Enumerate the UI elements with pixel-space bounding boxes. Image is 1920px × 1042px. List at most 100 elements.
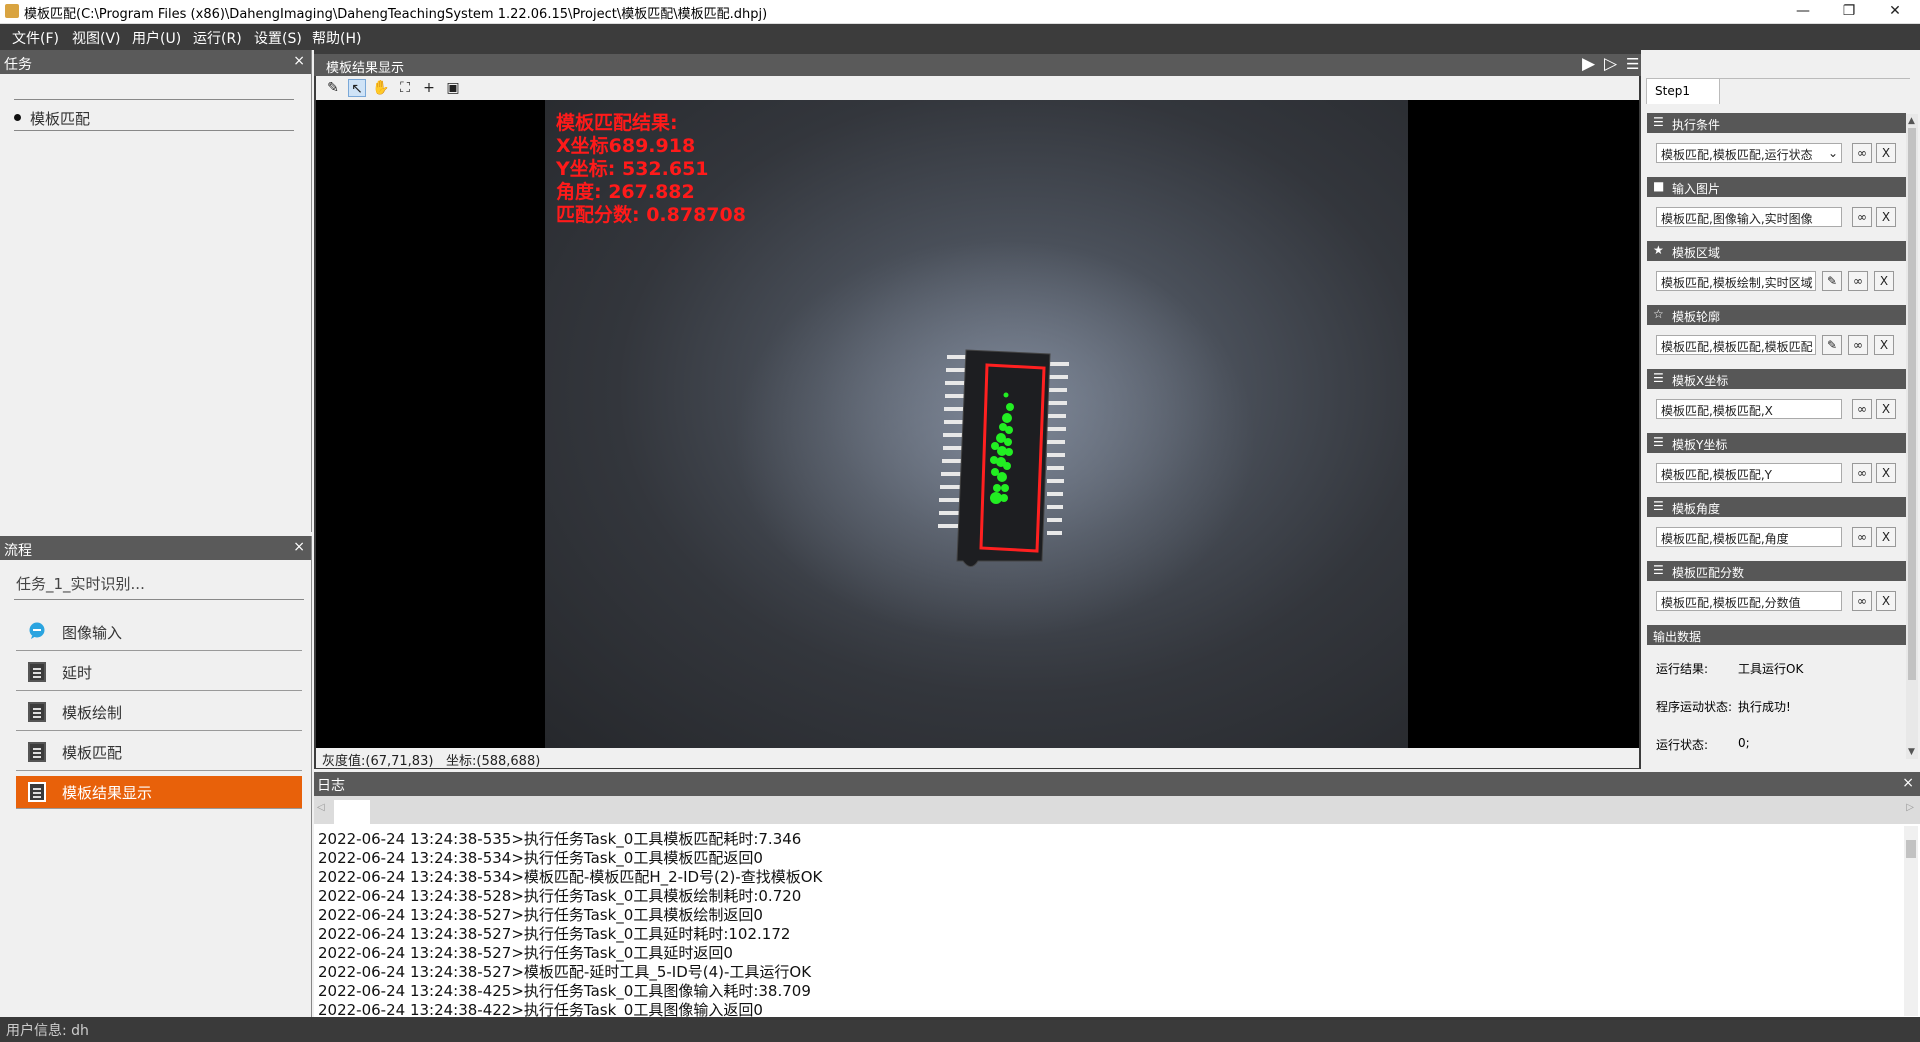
flow-item-image-input[interactable]: 图像输入 <box>16 612 302 651</box>
chevron-down-icon[interactable]: ▼ <box>1908 747 1915 757</box>
scrollbar-thumb[interactable] <box>1908 128 1916 680</box>
chevron-up-icon[interactable]: ▲ <box>1908 116 1915 126</box>
task-item[interactable]: 模板匹配 <box>14 106 294 128</box>
template-x-field[interactable]: 模板匹配,模板匹配,X <box>1656 399 1842 419</box>
edit-button[interactable]: ✎ <box>1822 271 1842 291</box>
crosshair-icon[interactable]: + <box>420 79 438 97</box>
restore-button[interactable]: ❐ <box>1826 0 1872 24</box>
image-canvas[interactable]: 模板匹配结果: X坐标689.918 Y坐标: 532.651 角度: 267.… <box>316 100 1639 748</box>
section-output-data: 输出数据 <box>1647 625 1906 645</box>
match-score-field[interactable]: 模板匹配,模板匹配,分数值 <box>1656 591 1842 611</box>
menu-user[interactable]: 用户(U) <box>132 28 181 48</box>
window-title: 模板匹配(C:\Program Files (x86)\DahengImagin… <box>24 7 768 22</box>
menu-help[interactable]: 帮助(H) <box>312 28 361 48</box>
clear-button[interactable]: X <box>1876 463 1896 483</box>
flow-panel-close-icon[interactable]: × <box>293 539 305 555</box>
clear-button[interactable]: X <box>1874 335 1894 355</box>
log-line: 2022-06-24 13:24:38-527>执行任务Task_0工具延时耗时… <box>318 925 791 943</box>
section-title: 模板匹配分数 <box>1672 566 1745 580</box>
edit-button[interactable]: ✎ <box>1822 335 1842 355</box>
log-scrollbar-thumb[interactable] <box>1906 840 1916 858</box>
menu-icon[interactable]: ☰ <box>1626 55 1639 73</box>
flow-task-name: 任务_1_实时识别... <box>16 575 145 593</box>
menu-file[interactable]: 文件(F) <box>12 28 59 48</box>
link-button[interactable]: ∞ <box>1852 399 1872 419</box>
output-label: 程序运动状态: <box>1656 700 1733 714</box>
section-template-contour: ☆ 模板轮廓 <box>1647 305 1906 325</box>
link-button[interactable]: ∞ <box>1852 591 1872 611</box>
flow-item-template-result-display[interactable]: 模板结果显示 <box>16 776 302 809</box>
document-icon <box>28 702 46 722</box>
edit-image-icon[interactable]: ✎ <box>324 79 342 97</box>
tab-step1[interactable]: Step1 <box>1646 78 1720 104</box>
clear-button[interactable]: X <box>1876 399 1896 419</box>
clear-button[interactable]: X <box>1876 527 1896 547</box>
image-toolbar: ✎ ↖ ✋ ⛶ + ▣ <box>316 76 1639 100</box>
link-button[interactable]: ∞ <box>1852 463 1872 483</box>
log-close-icon[interactable]: × <box>1902 775 1914 791</box>
task-item-label: 模板匹配 <box>30 110 91 128</box>
task-panel-title: 任务 <box>4 57 32 73</box>
document-icon <box>28 782 46 802</box>
template-region-field[interactable]: 模板匹配,模板绘制,实时区域 <box>1656 271 1816 291</box>
clear-button[interactable]: X <box>1874 271 1894 291</box>
close-window-button[interactable]: ✕ <box>1872 0 1918 24</box>
menu-settings[interactable]: 设置(S) <box>254 28 302 48</box>
menu-run[interactable]: 运行(R) <box>193 28 242 48</box>
template-contour-field[interactable]: 模板匹配,模板匹配,模板匹配 <box>1656 335 1816 355</box>
output-value: 0; <box>1738 736 1750 750</box>
template-y-field[interactable]: 模板匹配,模板匹配,Y <box>1656 463 1842 483</box>
hand-pan-icon[interactable]: ✋ <box>372 79 390 97</box>
pointer-icon[interactable]: ↖ <box>348 79 366 97</box>
clear-button[interactable]: X <box>1876 207 1896 227</box>
section-title: 模板Y坐标 <box>1672 438 1728 452</box>
run-once-icon[interactable]: ▷ <box>1604 54 1617 74</box>
task-panel-header: 任务 × <box>0 50 311 74</box>
result-overlay: 模板匹配结果: X坐标689.918 Y坐标: 532.651 角度: 267.… <box>556 112 746 227</box>
run-icon[interactable]: ▶ <box>1582 54 1595 74</box>
link-button[interactable]: ∞ <box>1848 271 1868 291</box>
flow-item-delay[interactable]: 延时 <box>16 652 302 691</box>
section-template-x: ☰ 模板X坐标 <box>1647 369 1906 389</box>
flow-panel: 流程 × 任务_1_实时识别... 图像输入 延时 模板绘制 模板匹配 模板结果… <box>0 536 312 1017</box>
scrollbar[interactable]: ▲ ▼ <box>1906 114 1918 759</box>
output-label: 运行状态: <box>1656 738 1709 752</box>
section-title: 执行条件 <box>1672 118 1721 132</box>
app-icon <box>5 4 19 18</box>
clear-button[interactable]: X <box>1876 591 1896 611</box>
link-button[interactable]: ∞ <box>1852 527 1872 547</box>
template-angle-field[interactable]: 模板匹配,模板匹配,角度 <box>1656 527 1842 547</box>
log-line: 2022-06-24 13:24:38-527>模板匹配-延时工具_5-ID号(… <box>318 963 812 981</box>
flow-item-template-match[interactable]: 模板匹配 <box>16 732 302 771</box>
list-icon: ☰ <box>1653 435 1664 449</box>
exec-condition-select[interactable]: 模板匹配,模板匹配,运行状态 ⌄ <box>1656 143 1842 163</box>
log-tab[interactable] <box>334 800 370 824</box>
flow-item-label: 模板结果显示 <box>62 784 153 802</box>
tab-left-arrow-icon[interactable]: ◁ <box>317 802 325 813</box>
input-image-field[interactable]: 模板匹配,图像输入,实时图像 <box>1656 207 1842 227</box>
log-scrollbar[interactable] <box>1904 826 1918 1016</box>
flow-panel-header: 流程 × <box>0 536 311 560</box>
log-line: 2022-06-24 13:24:38-425>执行任务Task_0工具图像输入… <box>318 982 811 1000</box>
tab-right-arrow-icon[interactable]: ▷ <box>1906 802 1914 813</box>
section-match-score: ☰ 模板匹配分数 <box>1647 561 1906 581</box>
link-button[interactable]: ∞ <box>1852 143 1872 163</box>
log-line: 2022-06-24 13:24:38-535>执行任务Task_0工具模板匹配… <box>318 830 802 848</box>
section-title: 输入图片 <box>1672 182 1721 196</box>
task-panel-close-icon[interactable]: × <box>293 53 305 69</box>
square-icon: ■ <box>1653 179 1665 193</box>
section-template-y: ☰ 模板Y坐标 <box>1647 433 1906 453</box>
clear-button[interactable]: X <box>1876 143 1896 163</box>
section-exec-condition: ☰ 执行条件 <box>1647 113 1906 133</box>
flow-item-label: 图像输入 <box>62 624 123 642</box>
overlay-angle: 角度: 267.882 <box>556 181 695 203</box>
menu-view[interactable]: 视图(V) <box>72 28 121 48</box>
minimize-button[interactable]: — <box>1780 0 1826 24</box>
link-button[interactable]: ∞ <box>1852 207 1872 227</box>
fit-screen-icon[interactable]: ⛶ <box>396 79 414 97</box>
link-button[interactable]: ∞ <box>1848 335 1868 355</box>
overlay-x: X坐标689.918 <box>556 135 696 157</box>
gray-value: 灰度值:(67,71,83) <box>322 754 434 769</box>
flow-item-template-draw[interactable]: 模板绘制 <box>16 692 302 731</box>
save-icon[interactable]: ▣ <box>444 79 462 97</box>
